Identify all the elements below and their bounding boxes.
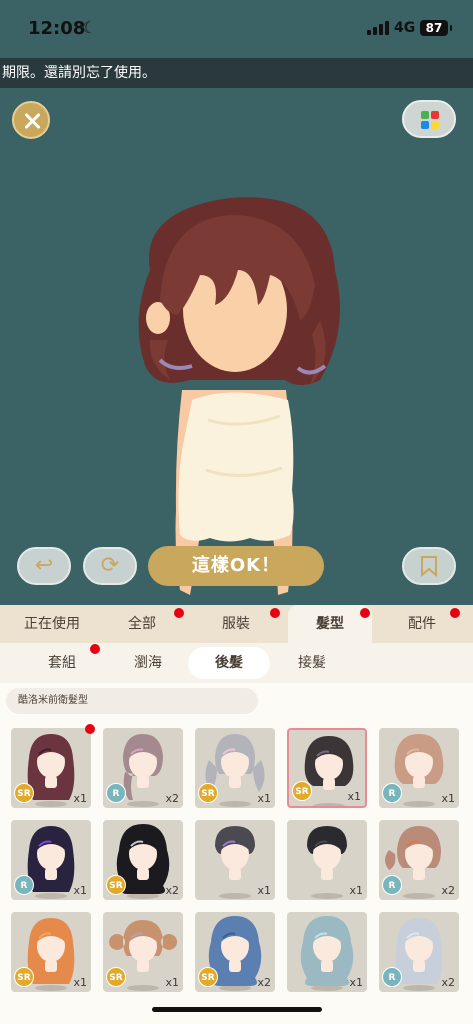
item-quantity: x1 [257,792,271,805]
item-quantity: x2 [165,884,179,897]
confirm-ok-button[interactable]: 這樣OK！ [148,546,324,586]
close-icon[interactable] [12,101,50,139]
subcategory-tab[interactable]: 後髮 [188,647,270,679]
item-quantity: x1 [347,790,361,803]
category-tab[interactable]: 服裝 [190,605,282,643]
item-quantity: x1 [257,884,271,897]
item-quantity: x1 [73,792,87,805]
rarity-badge: R [382,967,402,987]
category-tab[interactable]: 全部 [98,605,186,643]
status-time: 12:08 [28,18,86,39]
rarity-badge: SR [106,875,126,895]
item-quantity: x1 [349,976,363,989]
hair-item-card[interactable]: Rx1 [379,728,459,808]
item-quantity: x2 [441,976,455,989]
hair-item-card[interactable]: SR x2 [195,912,275,992]
rarity-badge: R [14,875,34,895]
subcategory-tab[interactable]: 瀏海 [108,647,188,679]
hair-item-card[interactable]: SR x1 [11,912,91,992]
notice-banner: 期限。還請別忘了使用。 [0,58,473,88]
network-type: 4G [394,20,416,36]
item-quantity: x1 [441,792,455,805]
item-quantity: x2 [257,976,271,989]
hair-item-card[interactable]: Rx2 [103,728,183,808]
rarity-badge: SR [198,783,218,803]
bookmark-icon [421,556,437,578]
refresh-icon: ⟳ [100,553,120,578]
item-quantity: x1 [73,976,87,989]
hair-item-card[interactable]: Rx2 [379,820,459,900]
hair-item-card[interactable]: x1 [287,820,367,900]
collection-name-chip[interactable]: 酷洛米前衛髮型 [6,688,258,714]
new-notification-dot [174,608,184,618]
rarity-badge: SR [198,967,218,987]
item-collection: 酷洛米前衛髮型 SR x1 Rx2 SR x1 SR x1 Rx1 Rx1 SR x2 x1 x1 Rx2… [0,683,473,1024]
hair-item-card[interactable]: SR x1 [11,728,91,808]
status-bar: 12:08 ☾ 4G 87 [0,0,473,58]
home-indicator [152,1007,322,1012]
rarity-badge: R [382,875,402,895]
refresh-button[interactable]: ⟳ [83,547,137,585]
new-notification-dot [90,644,100,654]
item-quantity: x2 [441,884,455,897]
rarity-badge: R [106,783,126,803]
item-quantity: x1 [73,884,87,897]
subcategory-tab[interactable]: 接髮 [272,647,352,679]
color-palette-button[interactable] [402,100,456,138]
hair-item-card[interactable]: SR x1 [287,728,367,808]
rarity-badge: R [382,783,402,803]
category-tabs: 正在使用 全部 服裝 髮型 配件 [0,605,473,643]
hair-item-card[interactable]: SR x1 [103,912,183,992]
new-notification-dot [85,724,95,734]
new-notification-dot [360,608,370,618]
hair-item-card[interactable]: x1 [195,820,275,900]
hair-item-card[interactable]: SR x1 [195,728,275,808]
item-quantity: x1 [349,884,363,897]
hair-item-card[interactable]: Rx1 [11,820,91,900]
moon-icon: ☾ [82,18,97,37]
color-grid-icon [421,111,439,129]
rarity-badge: SR [14,967,34,987]
undo-icon: ↩ [34,553,54,578]
item-quantity: x2 [165,792,179,805]
hair-item-card[interactable]: Rx2 [379,912,459,992]
hair-item-card[interactable]: x1 [287,912,367,992]
rarity-badge: SR [14,783,34,803]
item-quantity: x1 [165,976,179,989]
rarity-badge: SR [106,967,126,987]
subcategory-tabs: 套組 瀏海 後髮 接髮 [0,643,473,683]
rarity-badge: SR [292,781,312,801]
new-notification-dot [450,608,460,618]
new-notification-dot [270,608,280,618]
signal-icon [367,21,389,35]
bookmark-button[interactable] [402,547,456,585]
battery-level: 87 [420,20,452,36]
undo-button[interactable]: ↩ [17,547,71,585]
category-tab[interactable]: 正在使用 [8,605,96,643]
hair-item-card[interactable]: SR x2 [103,820,183,900]
